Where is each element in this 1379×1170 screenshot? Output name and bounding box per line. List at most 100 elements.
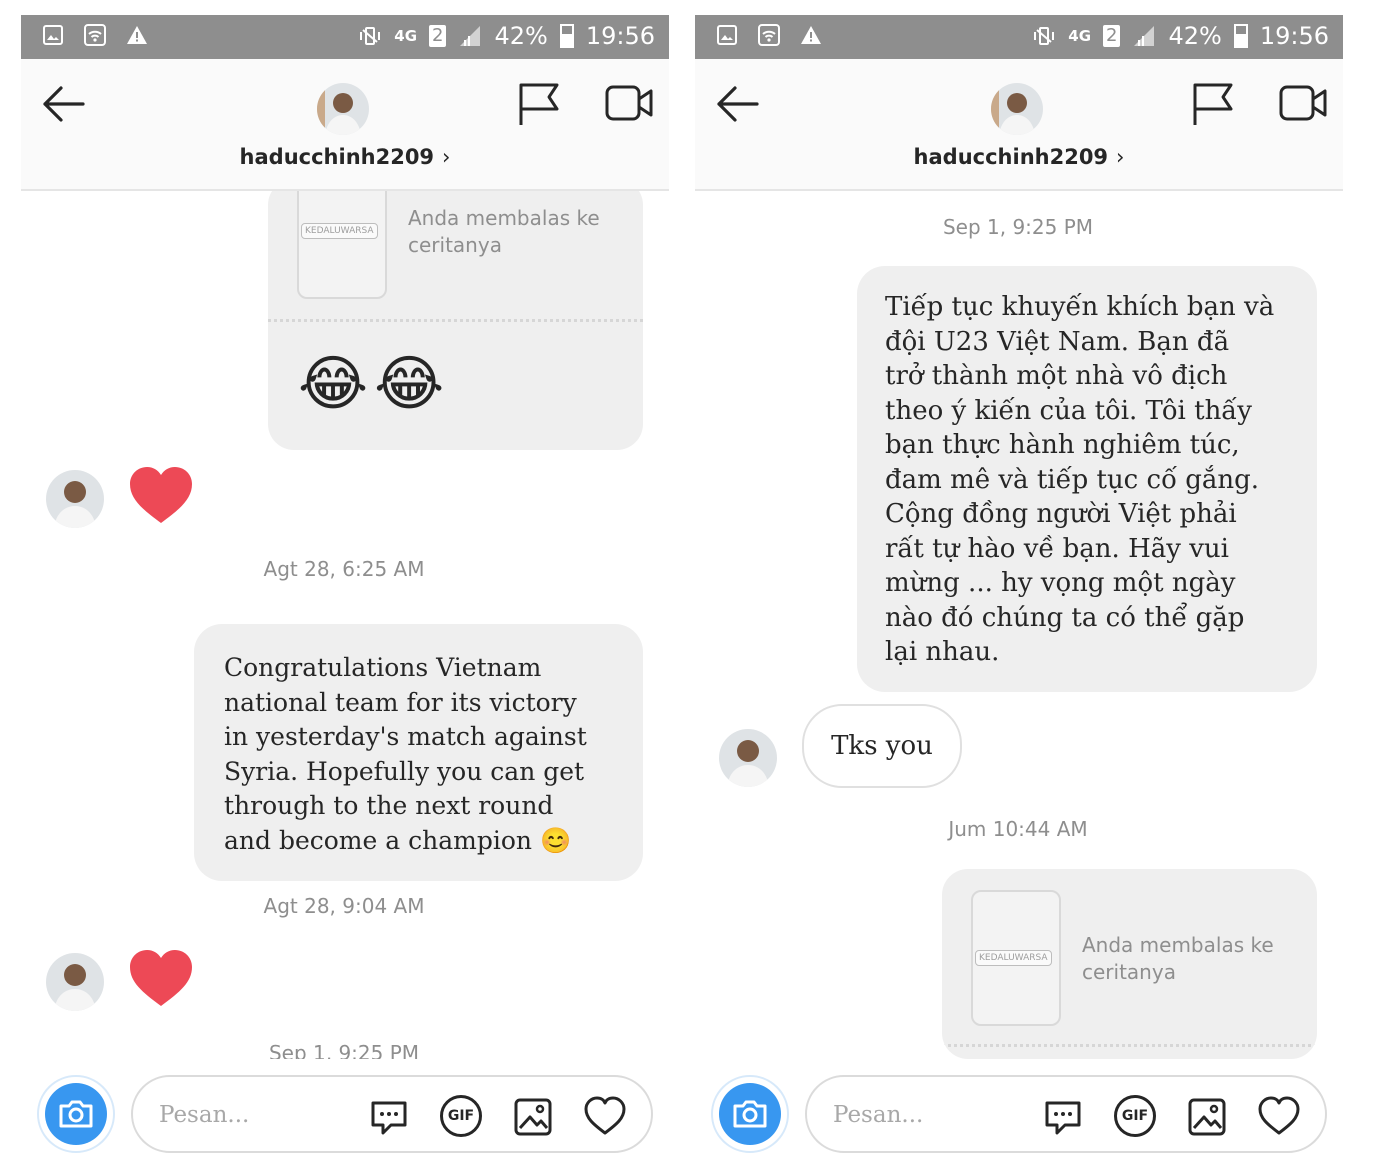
message-line: rất tự hào về bạn. Hãy vui: [885, 533, 1229, 564]
wifi-icon: [84, 24, 106, 46]
message-line: Congratulations Vietnam: [224, 653, 542, 682]
chevron-right-icon: ›: [442, 145, 451, 169]
received-message-bubble[interactable]: Tks you: [802, 704, 962, 788]
gallery-icon[interactable]: [1187, 1097, 1227, 1137]
message-thread[interactable]: KEDALUWARSA Anda membalas ke ceritanya 😂…: [21, 191, 669, 1059]
story-reply-text: Anda membalas ke ceritanya: [408, 206, 600, 257]
timestamp: Jum 10:44 AM: [948, 817, 1088, 841]
message-line: trở thành một nhà vô địch: [885, 361, 1228, 391]
expired-label: KEDALUWARSA: [301, 223, 378, 239]
battery-icon: [559, 24, 574, 48]
battery-percent: 42%: [494, 22, 548, 50]
heart-outline-icon[interactable]: [1257, 1095, 1301, 1137]
story-thumbnail[interactable]: KEDALUWARSA: [297, 191, 387, 299]
camera-icon[interactable]: [719, 1083, 781, 1145]
gallery-icon[interactable]: [513, 1097, 553, 1137]
story-emoji-row: 😂😂: [298, 349, 450, 419]
camera-button[interactable]: [711, 1075, 789, 1153]
timestamp: Sep 1, 9:25 PM: [268, 1041, 420, 1059]
gif-label: GIF: [447, 1108, 475, 1124]
sender-avatar[interactable]: [719, 729, 777, 787]
heart-icon[interactable]: [128, 465, 194, 525]
chat-header: haducchinh2209 ›: [695, 59, 1343, 191]
sticker-icon[interactable]: [1043, 1097, 1083, 1137]
video-call-icon[interactable]: [1279, 83, 1327, 123]
message-input[interactable]: [157, 1097, 361, 1133]
gallery-icon: [717, 25, 737, 45]
message-line: mừng ... hy vọng một ngày: [885, 568, 1236, 598]
gallery-icon: [43, 25, 63, 45]
status-bar: 4G 2 42% 19:56: [695, 15, 1343, 59]
camera-button[interactable]: [37, 1075, 115, 1153]
sender-avatar[interactable]: [46, 470, 104, 528]
message-line: Cộng đồng người Việt phải: [885, 499, 1237, 529]
divider: [268, 319, 643, 322]
network-type: 4G: [394, 27, 418, 45]
header-avatar[interactable]: [317, 83, 369, 135]
signal-icon: [460, 26, 481, 46]
chevron-right-icon: ›: [1116, 145, 1125, 169]
right-screenshot: 4G 2 42% 19:56 haducchinh2209 › Sep 1, 9:…: [695, 15, 1343, 1170]
warning-icon: [127, 26, 147, 44]
message-input[interactable]: [831, 1097, 1035, 1133]
back-arrow-icon[interactable]: [39, 79, 89, 129]
camera-icon[interactable]: [45, 1083, 107, 1145]
message-line: theo ý kiến của tôi. Tôi thấy: [885, 395, 1252, 426]
mute-vibrate-icon: [360, 27, 381, 45]
sticker-icon[interactable]: [369, 1097, 409, 1137]
network-type: 4G: [1068, 27, 1092, 45]
left-screenshot: 4G 2 42% 19:56 haducchinh2209 › KEDALUWAR…: [21, 15, 669, 1170]
back-arrow-icon[interactable]: [713, 79, 763, 129]
composer-bar: GIF: [21, 1061, 669, 1170]
sent-message-bubble[interactable]: Tiếp tục khuyến khích bạn và đội U23 Việ…: [857, 266, 1317, 692]
timestamp: Agt 28, 6:25 AM: [263, 557, 425, 581]
username-row[interactable]: haducchinh2209 ›: [21, 145, 669, 169]
sent-message-bubble[interactable]: Congratulations Vietnam national team fo…: [194, 624, 643, 881]
divider: [942, 1044, 1317, 1047]
story-reply-card[interactable]: KEDALUWARSA Anda membalas ke ceritanya 😂…: [268, 191, 643, 450]
story-thumbnail[interactable]: KEDALUWARSA: [971, 890, 1061, 1026]
message-line: đội U23 Việt Nam. Bạn đã: [885, 326, 1230, 357]
message-line: Tiếp tục khuyến khích bạn và: [885, 292, 1275, 322]
sim-slot: 2: [429, 25, 447, 47]
message-line: in yesterday's match against: [224, 722, 587, 751]
heart-icon[interactable]: [128, 948, 194, 1008]
laugh-emoji-1: 😂: [298, 349, 375, 419]
received-message-text: Tks you: [831, 731, 933, 761]
chat-header: haducchinh2209 ›: [21, 59, 669, 191]
clock: 19:56: [1259, 22, 1329, 50]
gif-button[interactable]: GIF: [1114, 1095, 1156, 1137]
laugh-emoji-2: 😂: [374, 349, 451, 419]
message-line: through to the next round: [224, 791, 554, 820]
message-thread[interactable]: Sep 1, 9:25 PM Tiếp tục khuyến khích bạn…: [695, 191, 1343, 1059]
username-row[interactable]: haducchinh2209 ›: [695, 145, 1343, 169]
story-reply-card[interactable]: KEDALUWARSA Anda membalas ke ceritanya: [942, 869, 1317, 1059]
video-call-icon[interactable]: [605, 83, 653, 123]
warning-icon: [801, 26, 821, 44]
story-reply-text: Anda membalas ke ceritanya: [1082, 933, 1274, 984]
flag-icon[interactable]: [517, 81, 561, 127]
message-line: bạn thực hành nghiêm túc,: [885, 430, 1240, 460]
timestamp: Agt 28, 9:04 AM: [263, 894, 425, 918]
message-field[interactable]: GIF: [805, 1075, 1327, 1153]
message-line: national team for its victory: [224, 687, 577, 717]
username[interactable]: haducchinh2209: [240, 145, 435, 169]
sender-avatar[interactable]: [46, 953, 104, 1011]
timestamp: Sep 1, 9:25 PM: [942, 215, 1094, 239]
gif-button[interactable]: GIF: [440, 1095, 482, 1137]
message-text: and become a champion: [224, 825, 532, 855]
mute-vibrate-icon: [1034, 27, 1055, 45]
status-bar: 4G 2 42% 19:56: [21, 15, 669, 59]
username[interactable]: haducchinh2209: [914, 145, 1109, 169]
battery-percent: 42%: [1168, 22, 1222, 50]
composer-bar: GIF: [695, 1061, 1343, 1170]
header-avatar[interactable]: [991, 83, 1043, 135]
flag-icon[interactable]: [1191, 81, 1235, 127]
message-field[interactable]: GIF: [131, 1075, 653, 1153]
clock: 19:56: [585, 22, 655, 50]
heart-outline-icon[interactable]: [583, 1095, 627, 1137]
message-line: Syria. Hopefully you can get: [224, 756, 585, 786]
smile-emoji: 😊: [539, 825, 572, 855]
gif-label: GIF: [1121, 1108, 1149, 1124]
sim-slot: 2: [1103, 25, 1121, 47]
